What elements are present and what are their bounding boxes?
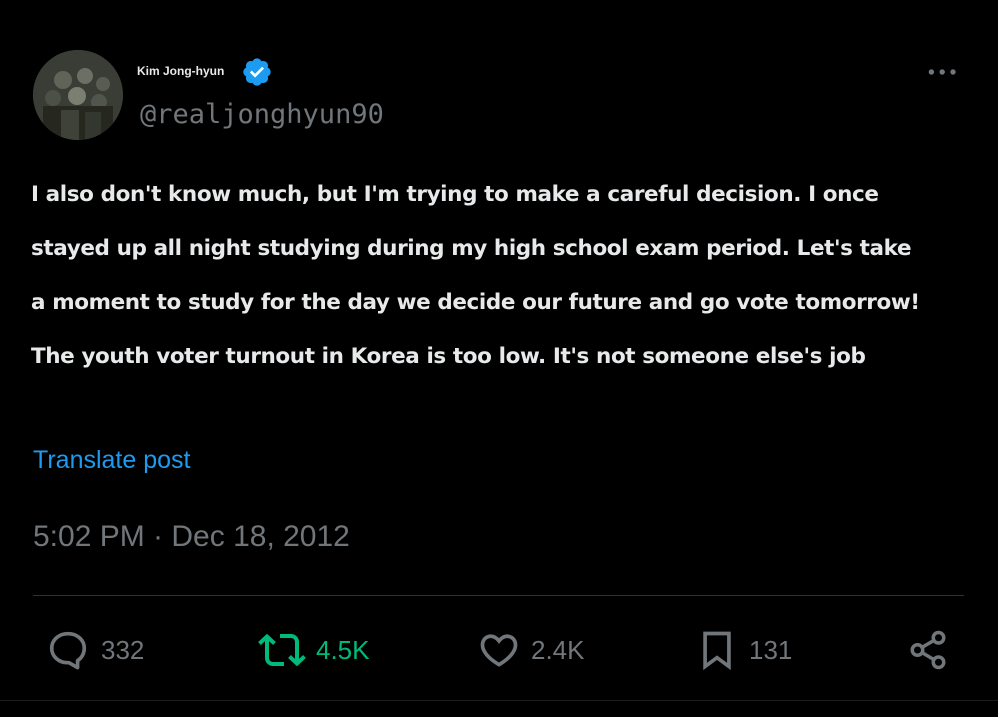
post-timestamp[interactable]: 5:02 PM · Dec 18, 2012 — [33, 520, 350, 554]
repost-count: 4.5K — [316, 634, 370, 665]
bottom-divider — [0, 700, 998, 701]
post-line: stayed up all night studying during my h… — [31, 236, 912, 261]
translate-post-link[interactable]: Translate post — [33, 446, 190, 475]
avatar[interactable] — [33, 50, 123, 140]
divider — [33, 595, 964, 596]
verified-badge-icon[interactable] — [241, 56, 273, 88]
reply-count: 332 — [101, 634, 145, 665]
user-handle[interactable]: @realjonghyun90 — [140, 99, 384, 130]
post-card: Kim Jong-hyun @realjonghyun90 I also don… — [0, 0, 998, 717]
repost-icon — [258, 633, 306, 667]
post-line: I also don't know much, but I'm trying t… — [31, 182, 879, 207]
bookmark-count: 131 — [749, 634, 793, 665]
post-line: The youth voter turnout in Korea is too … — [31, 344, 866, 369]
like-count: 2.4K — [531, 634, 585, 665]
repost-button[interactable]: 4.5K — [258, 628, 370, 672]
like-button[interactable]: 2.4K — [477, 628, 585, 672]
more-options-icon[interactable] — [924, 58, 964, 86]
display-name[interactable]: Kim Jong-hyun — [137, 64, 224, 78]
bookmark-icon — [703, 631, 731, 671]
post-text: I also don't know much, but I'm trying t… — [31, 168, 963, 384]
heart-icon — [480, 634, 518, 667]
reply-icon — [49, 631, 87, 670]
avatar-image — [33, 50, 123, 140]
share-icon — [910, 630, 946, 670]
reply-button[interactable]: 332 — [45, 628, 144, 672]
share-button[interactable] — [907, 628, 949, 672]
bookmark-button[interactable]: 131 — [695, 628, 792, 672]
post-line: a moment to study for the day we decide … — [31, 290, 920, 315]
